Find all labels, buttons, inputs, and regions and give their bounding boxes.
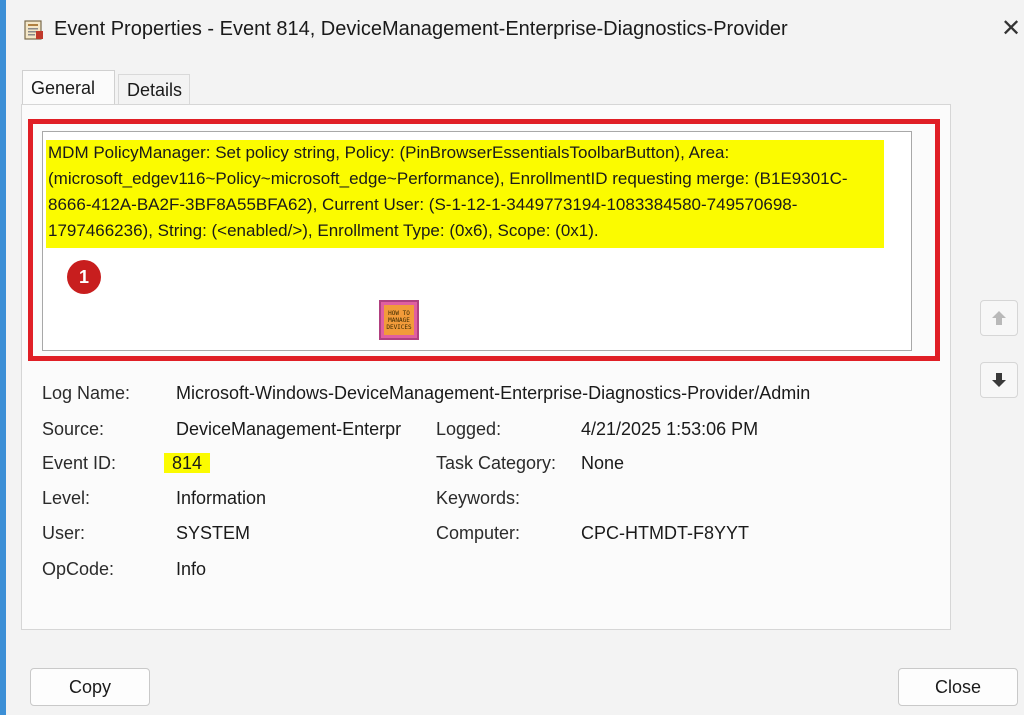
source-label: Source: <box>42 419 105 439</box>
user-label: User: <box>42 523 86 543</box>
event-description-text: MDM PolicyManager: Set policy string, Po… <box>46 140 884 248</box>
general-panel: MDM PolicyManager: Set policy string, Po… <box>21 104 951 630</box>
window-title: Event Properties - Event 814, DeviceMana… <box>54 18 788 40</box>
log-name-label: Log Name: <box>42 383 131 403</box>
title-bar: Event Properties - Event 814, DeviceMana… <box>6 0 1024 58</box>
event-viewer-icon <box>24 20 43 40</box>
level-label: Level: <box>42 488 91 508</box>
close-button[interactable]: Close <box>898 668 1018 706</box>
computer-label: Computer: <box>436 523 521 543</box>
source-value: DeviceManagement-Enterpr <box>176 419 402 439</box>
event-properties-window: Event Properties - Event 814, DeviceMana… <box>6 0 1024 715</box>
event-description-box[interactable]: MDM PolicyManager: Set policy string, Po… <box>42 131 912 351</box>
user-value: SYSTEM <box>176 523 251 543</box>
event-id-label: Event ID: <box>42 453 117 473</box>
logged-label: Logged: <box>436 419 502 439</box>
previous-event-button[interactable] <box>980 300 1018 336</box>
copy-button[interactable]: Copy <box>30 668 150 706</box>
tab-general[interactable]: General <box>22 70 115 106</box>
tab-details[interactable]: Details <box>118 74 190 104</box>
howto-manage-devices-logo: HOW TO MANAGE DEVICES <box>379 300 419 340</box>
logged-value: 4/21/2025 1:53:06 PM <box>581 419 759 439</box>
event-id-value: 814 <box>164 453 211 473</box>
arrow-down-icon <box>992 373 1006 387</box>
log-name-value: Microsoft-Windows-DeviceManagement-Enter… <box>176 383 811 403</box>
next-event-button[interactable] <box>980 362 1018 398</box>
logo-text: HOW TO MANAGE DEVICES <box>384 305 414 335</box>
task-category-value: None <box>581 453 625 473</box>
annotation-marker: 1 <box>67 260 101 294</box>
opcode-value: Info <box>176 559 207 579</box>
computer-value: CPC-HTMDT-F8YYT <box>581 523 749 543</box>
task-category-label: Task Category: <box>436 453 557 473</box>
arrow-up-icon <box>992 311 1006 325</box>
opcode-label: OpCode: <box>42 559 115 579</box>
level-value: Information <box>176 488 267 508</box>
close-window-icon[interactable]: ✕ <box>1001 14 1023 44</box>
keywords-label: Keywords: <box>436 488 521 508</box>
